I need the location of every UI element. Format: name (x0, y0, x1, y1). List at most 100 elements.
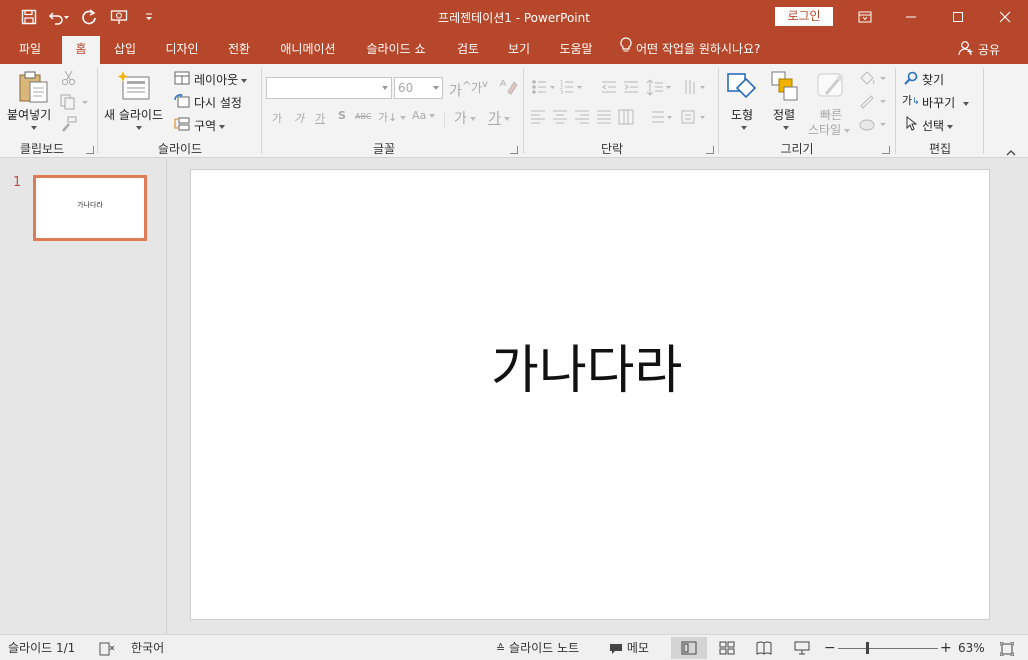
font-size-combobox[interactable]: 60 (394, 77, 443, 99)
paste-dropdown-chevron-icon[interactable] (28, 120, 37, 134)
svg-text:3: 3 (560, 90, 563, 96)
replace-chevron-icon (963, 101, 970, 106)
highlight-icon[interactable]: 가 (454, 108, 476, 128)
tab-review[interactable]: 검토 (447, 34, 489, 64)
clear-formatting-icon[interactable] (498, 78, 518, 99)
shapes-chevron-icon[interactable] (738, 120, 747, 134)
ribbon-display-options-icon[interactable] (842, 0, 888, 34)
comments-button[interactable]: 메모 (609, 635, 649, 660)
zoom-in-icon[interactable]: + (940, 635, 952, 660)
slide-thumbnail[interactable]: 가나다라 (33, 175, 147, 241)
format-painter-icon[interactable] (60, 116, 78, 135)
slide-canvas[interactable]: 가나다라 (190, 169, 990, 620)
zoom-slider-track[interactable] (838, 648, 938, 649)
tab-help[interactable]: 도움말 (550, 34, 602, 64)
zoom-out-icon[interactable]: − (824, 635, 836, 660)
slide-title-text[interactable]: 가나다라 (491, 328, 682, 403)
maximize-icon[interactable] (935, 0, 981, 34)
grow-font-glyph: 가 (449, 83, 462, 100)
paste-icon[interactable] (18, 70, 50, 107)
section-icon[interactable] (174, 117, 190, 134)
font-group-label: 글꼴 (372, 142, 396, 156)
clipboard-launcher-icon[interactable] (86, 146, 94, 154)
notes-icon: ≙ (496, 642, 506, 655)
strikethrough-icon[interactable]: ABC (355, 112, 371, 121)
character-spacing-icon[interactable]: 가↓ (378, 109, 407, 125)
close-icon[interactable] (982, 0, 1028, 34)
quick-styles-icon[interactable] (816, 70, 848, 105)
text-shadow-icon[interactable]: S (338, 109, 346, 122)
select-cursor-icon[interactable] (905, 115, 918, 134)
shape-outline-icon[interactable] (858, 93, 888, 112)
find-label[interactable]: 찾기 (922, 71, 944, 88)
reset-icon[interactable] (174, 93, 190, 111)
layout-button[interactable]: 레이아웃 (194, 71, 248, 88)
section-chevron-icon (219, 124, 226, 129)
tell-me-search[interactable]: 어떤 작업을 원하시나요? (620, 34, 760, 64)
drawing-launcher-icon[interactable] (882, 146, 890, 154)
bold-icon[interactable]: 가 (272, 110, 282, 126)
tab-insert[interactable]: 삽입 (104, 34, 146, 64)
tab-home[interactable]: 홈 (62, 36, 100, 64)
normal-view-icon[interactable] (671, 637, 707, 659)
section-button[interactable]: 구역 (194, 117, 226, 134)
font-launcher-icon[interactable] (510, 146, 518, 154)
minimize-icon[interactable] (888, 0, 934, 34)
find-icon[interactable] (904, 71, 918, 88)
comment-icon (609, 641, 627, 655)
zoom-level[interactable]: 63% (958, 635, 985, 660)
arrange-chevron-icon[interactable] (780, 120, 789, 134)
arrange-icon[interactable] (770, 70, 800, 105)
slides-group-label: 슬라이드 (157, 142, 203, 156)
shape-fill-icon[interactable] (858, 70, 888, 89)
layout-icon[interactable] (174, 71, 190, 88)
layout-chevron-icon (241, 78, 248, 83)
notes-button[interactable]: ≙ 슬라이드 노트 (496, 635, 579, 660)
tab-view[interactable]: 보기 (498, 34, 540, 64)
language-indicator[interactable]: 한국어 (131, 635, 164, 660)
change-case-icon[interactable]: Aa (412, 109, 436, 122)
cut-icon[interactable] (60, 70, 78, 89)
tab-design[interactable]: 디자인 (155, 34, 209, 64)
select-button[interactable]: 선택 (922, 117, 954, 134)
share-button[interactable]: 공유 (958, 34, 1000, 64)
paragraph-launcher-icon[interactable] (706, 146, 714, 154)
tab-file[interactable]: 파일 (6, 34, 54, 64)
zoom-slider-thumb[interactable] (866, 642, 869, 654)
fit-to-window-icon[interactable] (999, 635, 1015, 660)
reading-view-icon[interactable] (746, 637, 782, 659)
copy-icon[interactable] (60, 94, 90, 113)
paragraph-bottom-row-icons (530, 108, 720, 131)
collapse-ribbon-icon[interactable] (1006, 146, 1016, 160)
quick-styles-label-2[interactable]: 스타일 (808, 121, 851, 138)
underline-icon[interactable]: 가 (315, 110, 325, 126)
replace-button[interactable]: 바꾸기 (922, 94, 970, 111)
status-bar: 슬라이드 1/1 한국어 ≙ 슬라이드 노트 메모 − + 63% (0, 634, 1028, 660)
replace-icon[interactable]: 가↳ (902, 92, 920, 108)
tab-slideshow[interactable]: 슬라이드 쇼 (356, 34, 436, 64)
replace-glyph: 가 (902, 94, 913, 107)
slide-thumbnail-text: 가나다라 (77, 201, 103, 209)
new-slide-chevron-icon[interactable] (133, 120, 142, 134)
slide-editor: 가나다라 (168, 159, 1028, 634)
tab-animations[interactable]: 애니메이션 (270, 34, 346, 64)
grow-font-icon[interactable]: 가^ (449, 79, 472, 101)
font-name-combobox[interactable] (266, 77, 392, 99)
title-bar: 프레젠테이션1 - PowerPoint 로그인 (0, 0, 1028, 34)
accessibility-check-icon[interactable] (99, 635, 115, 660)
shrink-font-icon[interactable]: 가v (471, 79, 488, 96)
shapes-icon[interactable] (726, 70, 758, 105)
tab-transitions[interactable]: 전환 (218, 34, 260, 64)
paragraph-top-row-icons: 123 (530, 78, 720, 101)
slide-sorter-view-icon[interactable] (709, 637, 745, 659)
italic-icon[interactable]: 가 (294, 110, 304, 126)
paragraph-group-label: 단락 (600, 142, 624, 156)
group-separator (983, 68, 984, 154)
font-color-icon[interactable]: 가 (488, 108, 510, 128)
slideshow-view-icon[interactable] (784, 637, 820, 659)
login-button[interactable]: 로그인 (775, 7, 833, 26)
new-slide-icon[interactable] (116, 70, 152, 105)
shape-effects-icon[interactable] (858, 116, 888, 135)
reset-label[interactable]: 다시 설정 (194, 94, 242, 111)
person-icon (958, 40, 974, 59)
